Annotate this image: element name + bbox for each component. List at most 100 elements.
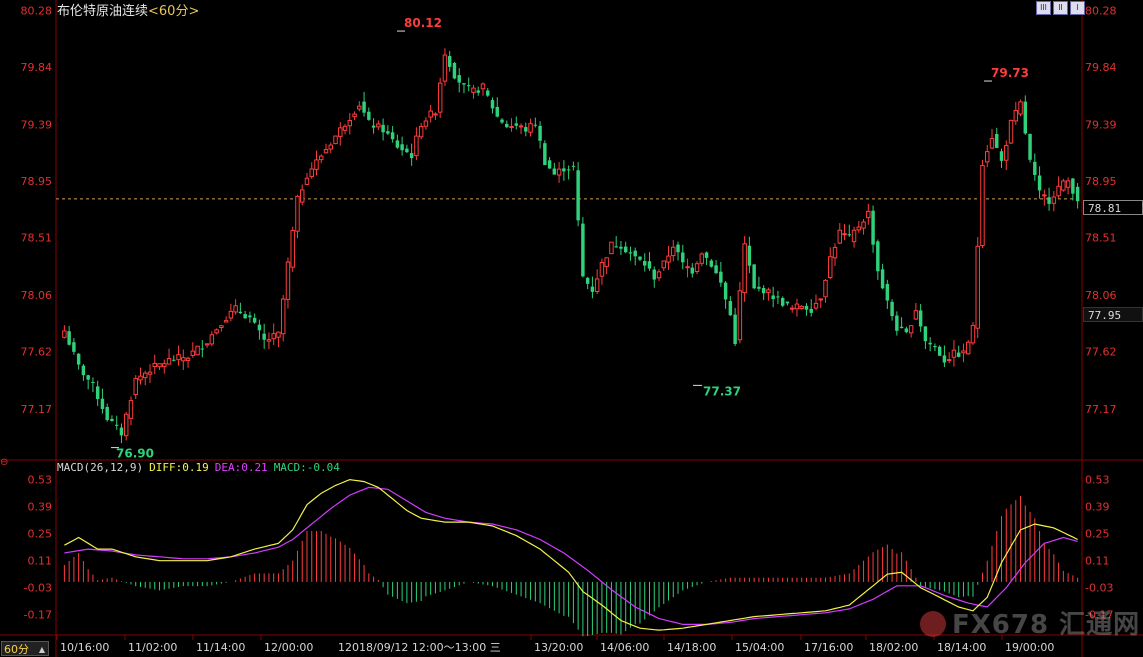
- candle-body: [895, 315, 899, 331]
- candle-body: [219, 325, 224, 328]
- candle-body: [123, 413, 129, 437]
- layout-button-3[interactable]: l: [1070, 1, 1085, 15]
- candle-body: [143, 372, 148, 379]
- candle-body: [671, 246, 676, 257]
- high-label: 80.12: [404, 16, 442, 30]
- time-label: 18/02:00: [869, 641, 918, 654]
- watermark-cn: 汇通网: [1059, 610, 1141, 640]
- candle-body: [333, 135, 338, 145]
- candle-body: [214, 329, 219, 334]
- candle-body: [676, 244, 680, 253]
- candle-body: [1013, 109, 1019, 122]
- candle-body: [486, 90, 490, 96]
- period-label: <60分>: [148, 4, 200, 19]
- candle-body: [314, 159, 319, 170]
- candle-body: [185, 357, 191, 361]
- layout-button-1[interactable]: lll: [1036, 1, 1051, 15]
- candle-body: [495, 106, 499, 117]
- chart-title: 布伦特原油连续<60分>: [57, 0, 199, 19]
- candle-body: [757, 286, 761, 289]
- candle-body: [694, 263, 700, 273]
- candle-body: [285, 261, 291, 300]
- candle-body: [152, 362, 157, 368]
- candle-body: [614, 246, 618, 248]
- candle-body: [505, 123, 509, 128]
- candle-body: [172, 359, 176, 361]
- candle-body: [890, 301, 894, 317]
- candle-body: [638, 256, 642, 260]
- candle-body: [1071, 178, 1075, 194]
- period-selector[interactable]: 60分 ▲: [1, 641, 49, 656]
- candle-body: [138, 375, 143, 381]
- macd-tick-left: 0.25: [28, 528, 53, 541]
- candle-body: [480, 83, 486, 90]
- candle-body: [266, 339, 272, 342]
- candle-body: [789, 307, 795, 310]
- candle-body: [328, 144, 333, 150]
- candle-body: [723, 282, 728, 300]
- candle-body: [581, 223, 585, 277]
- candle-body: [913, 310, 919, 320]
- candle-body: [200, 348, 205, 350]
- candle-body: [1018, 101, 1023, 115]
- candle-body: [628, 252, 633, 254]
- candle-body: [319, 155, 324, 161]
- candle-body: [119, 427, 124, 436]
- macd-label: MACD(26,12,9): [57, 461, 144, 474]
- candle-body: [91, 381, 95, 383]
- candle-body: [547, 160, 552, 169]
- candle-body: [276, 331, 281, 338]
- candle-body: [995, 133, 999, 148]
- candle-body: [290, 229, 295, 268]
- candle-body: [780, 297, 785, 306]
- candle-body: [856, 226, 862, 231]
- macd-tick-left: -0.03: [24, 582, 52, 595]
- candle-body: [243, 314, 247, 319]
- current-price-tag: 77.95: [1083, 307, 1143, 322]
- macd-tick-right: -0.03: [1085, 582, 1113, 595]
- candle-body: [347, 119, 353, 127]
- candle-body: [956, 352, 961, 357]
- candle-body: [162, 363, 167, 368]
- candle-body: [652, 269, 656, 280]
- candle-body: [714, 265, 718, 274]
- candle-body: [280, 298, 286, 335]
- candle-body: [951, 349, 957, 358]
- candle-body: [989, 138, 995, 149]
- candle-body: [752, 264, 756, 289]
- candle-body: [719, 271, 723, 283]
- candle-body: [476, 90, 480, 93]
- candle-body: [961, 350, 966, 354]
- macd-tick-left: 0.39: [28, 501, 53, 514]
- candle-body: [556, 168, 562, 176]
- price-tick-right: 78.95: [1085, 175, 1117, 188]
- candle-body: [771, 295, 775, 300]
- time-label: 18/14:00: [937, 641, 986, 654]
- candle-body: [704, 252, 709, 258]
- candle-body: [105, 406, 109, 421]
- layout-button-2[interactable]: ll: [1053, 1, 1068, 15]
- macd-tick-left: 0.11: [28, 555, 53, 568]
- candle-body: [842, 233, 847, 236]
- candle-body: [747, 245, 752, 266]
- time-label: 10/16:00: [60, 641, 109, 654]
- candle-body: [405, 148, 409, 153]
- time-label: 11/14:00: [196, 641, 245, 654]
- candle-body: [76, 353, 81, 365]
- candle-body: [866, 210, 871, 219]
- candle-body: [876, 241, 880, 272]
- candle-body: [590, 286, 595, 292]
- candle-body: [257, 324, 262, 331]
- candle-body: [785, 301, 790, 304]
- candle-body: [309, 168, 314, 178]
- candle-body: [442, 54, 448, 82]
- time-label: 14/06:00: [600, 641, 649, 654]
- candle-body: [851, 229, 857, 243]
- candle-body: [837, 229, 842, 244]
- candle-body: [300, 189, 305, 203]
- candle-body: [181, 357, 186, 362]
- candle-body: [604, 257, 609, 268]
- candle-body: [609, 241, 614, 255]
- candle-body: [342, 125, 348, 131]
- candle-body: [942, 355, 947, 363]
